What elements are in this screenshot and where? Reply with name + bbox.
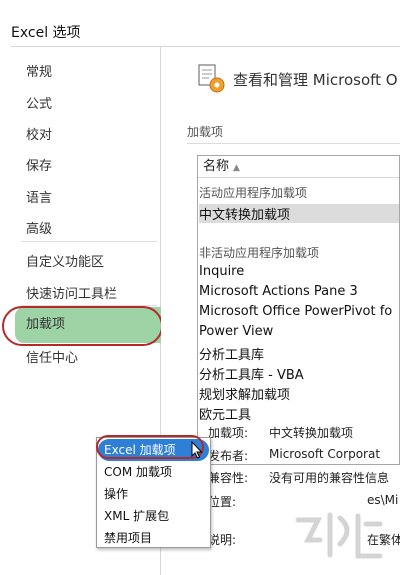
mouse-cursor-icon xyxy=(191,441,203,459)
sidebar-item-trust-center[interactable]: 信任中心 xyxy=(26,347,78,366)
detail-description-label: 说明: xyxy=(208,533,237,547)
detail-location-label: 位置: xyxy=(208,495,237,509)
manage-option-actions[interactable]: 操作 xyxy=(98,483,209,505)
sidebar-item-quick-access[interactable]: 快速访问工具栏 xyxy=(26,283,117,302)
sidebar-divider xyxy=(21,241,157,242)
detail-publisher-value: Microsoft Corporat xyxy=(269,447,381,461)
list-item[interactable]: 规划求解加载项 xyxy=(199,384,290,403)
manage-option-disabled-items[interactable]: 禁用项目 xyxy=(98,527,209,549)
list-item[interactable]: Microsoft Office PowerPivot fo xyxy=(199,304,392,319)
detail-compat-label: 兼容性: xyxy=(208,471,249,485)
sidebar-item-customize-ribbon[interactable]: 自定义功能区 xyxy=(26,251,104,270)
sidebar-item-formulas[interactable]: 公式 xyxy=(26,93,52,112)
list-item[interactable]: 欧元工具 xyxy=(199,404,251,423)
detail-compat-value: 没有可用的兼容性信息 xyxy=(269,471,390,485)
manage-option-xml-expansion[interactable]: XML 扩展包 xyxy=(98,505,209,527)
detail-addin-label: 加载项: xyxy=(208,426,249,440)
addins-list[interactable]: 名称 ▲ 活动应用程序加载项 中文转换加载项 非活动应用程序加载项 Inquire… xyxy=(197,155,400,465)
list-item[interactable]: Microsoft Actions Pane 3 xyxy=(199,284,358,299)
dropdown-highlight-ring xyxy=(96,435,204,459)
sidebar-item-advanced[interactable]: 高级 xyxy=(26,218,52,237)
window-titlebar: Excel 选项 xyxy=(0,0,400,45)
addins-highlight-ring xyxy=(2,306,163,346)
column-header-name[interactable]: 名称 ▲ xyxy=(198,156,399,178)
sidebar-item-general[interactable]: 常规 xyxy=(26,61,52,80)
page-title: 查看和管理 Microsoft O xyxy=(233,71,398,89)
addins-manage-icon xyxy=(198,64,225,93)
list-item[interactable]: 分析工具库 xyxy=(199,344,264,363)
list-item[interactable]: Power View xyxy=(199,324,273,339)
window-title: Excel 选项 xyxy=(11,25,81,41)
sidebar-item-proofing[interactable]: 校对 xyxy=(26,124,52,143)
section-divider xyxy=(187,143,400,144)
detail-publisher-label: 发布者: xyxy=(208,449,249,463)
list-item[interactable]: 分析工具库 - VBA xyxy=(199,364,304,383)
column-header-label: 名称 xyxy=(203,159,230,174)
section-label: 加载项 xyxy=(187,125,224,139)
group-header-inactive: 非活动应用程序加载项 xyxy=(199,246,320,260)
list-item[interactable]: 中文转换加载项 xyxy=(199,204,399,223)
sidebar-item-language[interactable]: 语言 xyxy=(26,187,52,206)
group-header-active: 活动应用程序加载项 xyxy=(199,186,308,200)
detail-addin-value: 中文转换加载项 xyxy=(269,426,354,440)
sidebar-item-save[interactable]: 保存 xyxy=(26,155,52,174)
watermark-logo xyxy=(295,512,383,559)
manage-option-com-addins[interactable]: COM 加载项 xyxy=(98,461,209,483)
list-item[interactable]: Inquire xyxy=(199,264,244,279)
sort-ascending-icon: ▲ xyxy=(233,163,240,173)
